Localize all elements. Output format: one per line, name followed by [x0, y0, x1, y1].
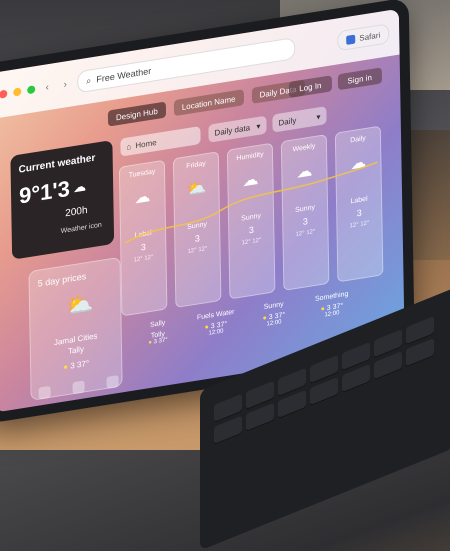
login-button[interactable]: Log In — [289, 75, 332, 98]
five-day-title: 5 day prices — [37, 271, 87, 289]
speaker-icon[interactable] — [38, 385, 51, 400]
forward-icon[interactable]: › — [59, 78, 71, 91]
minimize-window-button[interactable] — [13, 87, 22, 97]
search-icon: ⌕ — [86, 74, 92, 86]
current-weather-card: Current weather 9°1'3 ☁ 200h Weather ico… — [10, 139, 115, 260]
daily-select[interactable]: Daily ▾ — [272, 106, 327, 133]
chevron-down-icon: ▾ — [316, 111, 321, 122]
partly-sunny-icon: ⛅ — [65, 289, 94, 320]
extension-button[interactable]: Safari — [337, 23, 390, 52]
back-icon[interactable]: ‹ — [41, 81, 53, 94]
sun-icon: ● — [63, 361, 69, 372]
tab-location-name[interactable]: Location Name — [173, 89, 244, 117]
url-text: Free Weather — [96, 65, 152, 85]
current-temp: 9°1'3 — [18, 175, 71, 209]
forecast-column[interactable]: Something ● 3 37° 12:00 — [308, 290, 356, 322]
cloud-icon: ☁ — [73, 179, 86, 196]
extension-icon — [346, 34, 356, 45]
location-pin-icon: ⌂ — [126, 141, 132, 152]
dock-icon[interactable] — [106, 375, 119, 389]
sun-icon: ● — [148, 339, 152, 347]
signin-button[interactable]: Sign in — [337, 67, 383, 91]
daily-data-select[interactable]: Daily data ▾ — [208, 115, 267, 143]
maximize-window-button[interactable] — [27, 85, 36, 95]
dock-icon[interactable] — [72, 380, 85, 395]
tab-design-hub[interactable]: Design Hub — [107, 101, 166, 127]
forecast-column[interactable]: Fuels Water ● 3 37° 12:00 — [192, 308, 240, 340]
forecast-column[interactable]: Sunny ● 3 37° 12:00 — [250, 299, 298, 331]
search-input[interactable]: ⌂ Home — [120, 126, 201, 157]
forecast-column[interactable]: Sally Tolly ● 3 37° — [134, 317, 182, 349]
close-window-button[interactable] — [0, 89, 8, 99]
chevron-down-icon: ▾ — [256, 121, 261, 131]
